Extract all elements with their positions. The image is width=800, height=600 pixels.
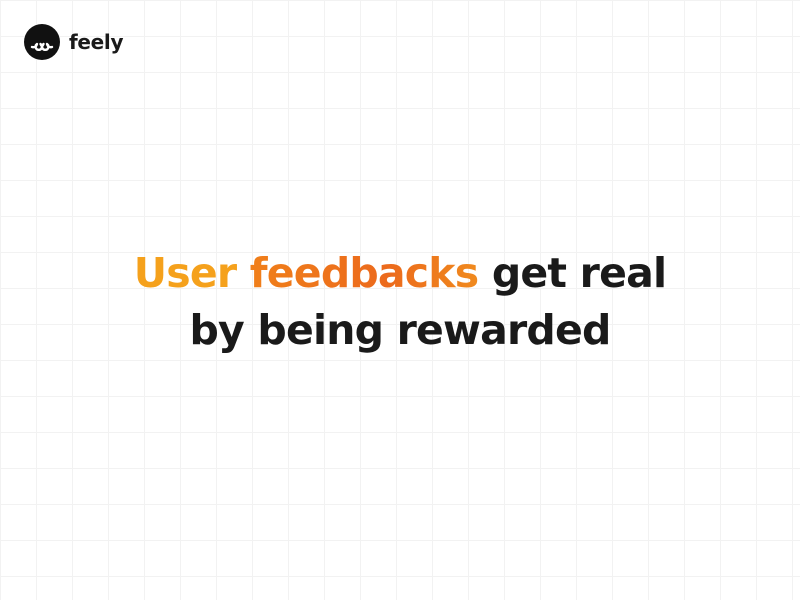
hero-headline: User feedbacks get real by being rewarde… [0, 245, 800, 359]
hero-line-1-rest: get real [491, 249, 667, 297]
hero-line-1: User feedbacks get real [0, 245, 800, 302]
loop-knot-icon [24, 24, 60, 60]
hero-accent-feedbacks: feedbacks [249, 249, 479, 297]
hero-line-2: by being rewarded [189, 306, 611, 354]
brand[interactable]: feely [24, 24, 124, 60]
hero-accent-user: User [133, 249, 237, 297]
brand-name: feely [69, 30, 124, 54]
